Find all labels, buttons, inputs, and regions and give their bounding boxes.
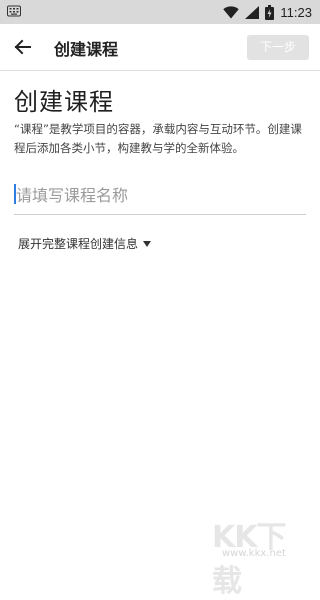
signal-icon	[245, 5, 260, 19]
watermark: KK下载 www.kkx.net	[200, 512, 312, 599]
watermark-url: www.kkx.net	[222, 548, 286, 559]
battery-icon	[265, 4, 275, 20]
status-time: 11:23	[280, 4, 312, 20]
page-title: 创建课程	[14, 88, 114, 116]
course-description: “课程”是教学项目的容器，承载内容与互动环节。创建课程后添加各类小节，构建教与学…	[14, 122, 302, 155]
app-toolbar: 创建课程 下一步	[0, 24, 320, 71]
expand-details-label: 展开完整课程创建信息	[18, 237, 139, 251]
arrow-left-icon	[14, 39, 31, 55]
toolbar-title: 创建课程	[54, 40, 119, 59]
back-button[interactable]	[10, 34, 36, 60]
next-step-button[interactable]: 下一步	[247, 35, 309, 60]
status-bar: 11:23	[0, 0, 320, 24]
caret-down-icon	[143, 241, 152, 247]
wifi-icon	[223, 5, 240, 18]
expand-details-toggle[interactable]: 展开完整课程创建信息	[18, 235, 152, 252]
course-name-input[interactable]: 请填写课程名称	[14, 176, 306, 215]
course-name-placeholder: 请填写课程名称	[16, 186, 129, 205]
keyboard-icon	[7, 5, 21, 17]
